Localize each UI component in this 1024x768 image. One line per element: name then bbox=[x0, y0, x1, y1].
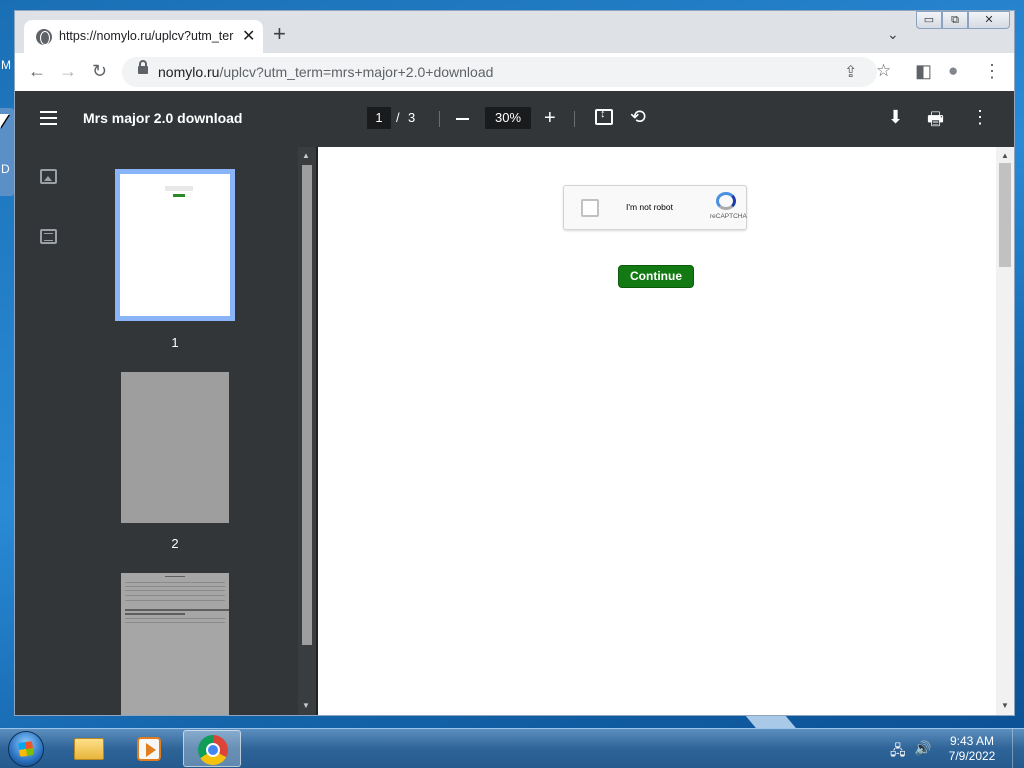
side-panel-icon[interactable]: ◧ bbox=[915, 61, 932, 81]
print-icon[interactable]: 🖶 bbox=[927, 107, 944, 137]
tab-strip: https://nomylo.ru/uplcv?utm_ter ✕ + ⌄ ▭ … bbox=[15, 11, 1014, 53]
globe-icon bbox=[36, 29, 52, 45]
volume-icon[interactable]: 🔊 bbox=[914, 740, 931, 757]
thumbnail-label: 2 bbox=[171, 536, 179, 551]
scroll-up-arrow-icon[interactable]: ▲ bbox=[302, 151, 310, 160]
tab-search-chevron-icon[interactable]: ⌄ bbox=[887, 26, 899, 43]
system-clock[interactable]: 9:43 AM 7/9/2022 bbox=[942, 734, 1002, 764]
wallpaper-swoosh bbox=[744, 714, 796, 728]
browser-window: https://nomylo.ru/uplcv?utm_ter ✕ + ⌄ ▭ … bbox=[14, 10, 1015, 716]
thumbnail-text-line bbox=[125, 600, 225, 601]
zoom-in-icon[interactable]: + bbox=[544, 108, 556, 128]
page-thumbnail-1[interactable] bbox=[115, 169, 235, 321]
thumbnails-view-icon[interactable] bbox=[40, 169, 57, 184]
browser-menu-icon[interactable]: ⋮ bbox=[983, 61, 1001, 81]
url-path: /uplcv?utm_term=mrs+major+2.0+download bbox=[219, 64, 494, 80]
thumbnail-text-line bbox=[125, 613, 185, 615]
recaptcha-widget[interactable]: I'm not robot reCAPTCHA bbox=[563, 185, 747, 230]
window-maximize-button[interactable]: ⧉ bbox=[942, 11, 968, 29]
taskbar: 🖧 🔊 9:43 AM 7/9/2022 bbox=[0, 728, 1024, 768]
show-desktop-button[interactable] bbox=[1012, 729, 1024, 768]
media-player-icon bbox=[137, 737, 161, 761]
pdf-toolbar: Mrs major 2.0 download 1 / 3 30% + ⟲ ⬇ 🖶… bbox=[15, 91, 1014, 147]
desktop-edge-letter: D bbox=[1, 162, 10, 176]
thumbnail-text-line bbox=[125, 618, 225, 619]
fit-to-page-icon[interactable] bbox=[595, 108, 613, 125]
zoom-out-icon[interactable] bbox=[456, 118, 469, 120]
address-bar[interactable]: nomylo.ru/uplcv?utm_term=mrs+major+2.0+d… bbox=[122, 57, 891, 87]
scroll-down-arrow-icon[interactable]: ▼ bbox=[1001, 701, 1009, 710]
download-icon[interactable]: ⬇ bbox=[888, 107, 903, 128]
lock-icon[interactable] bbox=[138, 60, 148, 74]
page-number-input[interactable]: 1 bbox=[367, 107, 391, 129]
document-scrollbar[interactable]: ▲ ▼ bbox=[996, 147, 1014, 715]
tab-close-icon[interactable]: ✕ bbox=[242, 26, 255, 46]
tab-title: https://nomylo.ru/uplcv?utm_ter bbox=[59, 29, 234, 43]
thumbnail-scrollbar[interactable]: ▲ ▼ bbox=[298, 147, 316, 715]
thumbnail-text-line bbox=[125, 609, 229, 611]
captcha-label: I'm not robot bbox=[626, 202, 673, 212]
page-total: 3 bbox=[408, 110, 416, 125]
thumbnail-text-line bbox=[125, 622, 225, 623]
clock-date: 7/9/2022 bbox=[948, 749, 996, 763]
recaptcha-logo-icon bbox=[716, 192, 736, 210]
thumbnail-scroll-thumb[interactable] bbox=[302, 165, 312, 645]
browser-tab[interactable]: https://nomylo.ru/uplcv?utm_ter ✕ bbox=[24, 20, 263, 53]
captcha-checkbox[interactable] bbox=[581, 199, 599, 217]
folder-icon bbox=[74, 738, 104, 760]
scroll-up-arrow-icon[interactable]: ▲ bbox=[1001, 151, 1009, 160]
profile-avatar-icon[interactable]: ● bbox=[948, 61, 958, 81]
thumbnail-text-line bbox=[125, 586, 225, 587]
page-separator: / bbox=[396, 110, 400, 125]
rotate-icon[interactable]: ⟲ bbox=[630, 106, 646, 129]
browser-toolbar: ← → ↻ nomylo.ru/uplcv?utm_term=mrs+major… bbox=[15, 53, 1014, 91]
taskbar-media-player[interactable] bbox=[121, 730, 179, 767]
new-tab-button[interactable]: + bbox=[273, 23, 286, 45]
window-close-button[interactable]: ✕ bbox=[968, 11, 1010, 29]
taskbar-explorer[interactable] bbox=[60, 730, 118, 767]
pdf-viewer: Mrs major 2.0 download 1 / 3 30% + ⟲ ⬇ 🖶… bbox=[15, 91, 1014, 715]
thumbnail-button-preview bbox=[173, 194, 185, 197]
page-thumbnail-2[interactable] bbox=[121, 372, 229, 523]
pdf-title: Mrs major 2.0 download bbox=[83, 110, 243, 126]
document-outline-icon[interactable] bbox=[40, 229, 57, 244]
share-icon[interactable]: ⇪ bbox=[844, 62, 857, 82]
more-actions-icon[interactable]: ⋮ bbox=[971, 107, 989, 128]
thumbnail-text-line bbox=[125, 590, 225, 591]
thumbnail-captcha-preview bbox=[165, 186, 193, 191]
continue-button[interactable]: Continue bbox=[618, 265, 694, 288]
address-url[interactable]: nomylo.ru/uplcv?utm_term=mrs+major+2.0+d… bbox=[158, 64, 493, 80]
network-icon[interactable]: 🖧 bbox=[890, 740, 906, 764]
thumbnail-text-line bbox=[165, 576, 185, 577]
captcha-brand: reCAPTCHA bbox=[710, 213, 747, 220]
bookmark-star-icon[interactable]: ☆ bbox=[876, 61, 891, 81]
url-host: nomylo.ru bbox=[158, 64, 220, 80]
toolbar-divider bbox=[574, 111, 575, 127]
page-thumbnail-3[interactable] bbox=[121, 573, 229, 715]
chrome-icon bbox=[198, 735, 228, 765]
scroll-down-arrow-icon[interactable]: ▼ bbox=[302, 701, 310, 710]
desktop-edge-letter: M bbox=[1, 58, 11, 72]
thumbnail-text-line bbox=[125, 595, 225, 596]
zoom-level-input[interactable]: 30% bbox=[485, 107, 531, 129]
clock-time: 9:43 AM bbox=[949, 734, 995, 748]
forward-arrow-icon[interactable]: → bbox=[59, 61, 77, 81]
toolbar-divider bbox=[439, 111, 440, 127]
sidebar-rail bbox=[15, 147, 81, 715]
start-button[interactable] bbox=[8, 731, 44, 767]
mouse-cursor-icon bbox=[0, 114, 9, 128]
taskbar-chrome[interactable] bbox=[183, 730, 241, 767]
menu-hamburger-icon[interactable] bbox=[40, 111, 57, 125]
thumbnail-panel: 1 2 bbox=[81, 147, 298, 715]
reload-icon[interactable]: ↻ bbox=[92, 61, 107, 81]
thumbnail-text-line bbox=[125, 582, 225, 583]
back-arrow-icon[interactable]: ← bbox=[28, 61, 46, 81]
pdf-page: I'm not robot reCAPTCHA Continue bbox=[316, 147, 996, 715]
desktop-edge: M D bbox=[0, 0, 14, 728]
document-scroll-thumb[interactable] bbox=[999, 163, 1011, 267]
window-minimize-button[interactable]: ▭ bbox=[916, 11, 942, 29]
thumbnail-label: 1 bbox=[171, 335, 179, 350]
